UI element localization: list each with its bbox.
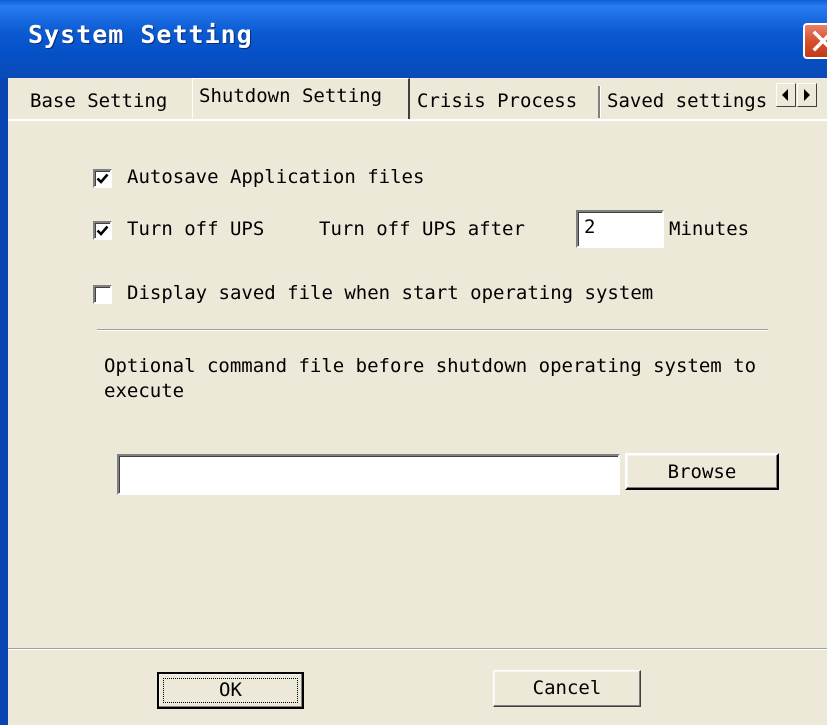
section-divider [97, 329, 768, 331]
tab-scroll-left-button[interactable] [776, 83, 796, 107]
close-button[interactable] [803, 23, 827, 59]
tab-crisis-process[interactable]: Crisis Process [415, 84, 600, 118]
turn-off-ups-after-label: Turn off UPS after [319, 218, 525, 240]
window-frame [0, 78, 8, 725]
tab-label: Base Setting [30, 90, 168, 112]
ups-minutes-input[interactable]: 2 [576, 210, 664, 248]
tab-scroll-right-button[interactable] [797, 83, 817, 107]
turn-off-ups-label[interactable]: Turn off UPS [127, 218, 264, 240]
browse-button[interactable]: Browse [625, 453, 779, 490]
tab-label: Saved settings [607, 90, 768, 112]
tab-panel-border [8, 119, 827, 121]
title-bar[interactable]: System Setting [0, 0, 827, 78]
tab-strip: Base Setting Shutdown Setting Crisis Pro… [8, 78, 827, 120]
minutes-label: Minutes [669, 218, 750, 240]
command-description: Optional command file before shutdown op… [104, 355, 757, 402]
command-file-input[interactable] [117, 454, 620, 495]
autosave-label[interactable]: Autosave Application files [127, 166, 424, 188]
tab-base-setting[interactable]: Base Setting [30, 84, 200, 118]
display-saved-file-label[interactable]: Display saved file when start operating … [127, 282, 653, 304]
tab-label: Crisis Process [417, 90, 578, 112]
footer-divider [8, 648, 827, 650]
tab-label: Shutdown Setting [199, 85, 383, 107]
tab-saved-settings[interactable]: Saved settings [605, 84, 776, 118]
window-title: System Setting [28, 20, 253, 49]
autosave-checkbox[interactable] [93, 169, 112, 188]
turn-off-ups-checkbox[interactable] [93, 221, 112, 240]
tab-divider [598, 86, 601, 118]
display-saved-file-checkbox[interactable] [93, 285, 112, 304]
cancel-label: Cancel [532, 677, 602, 699]
browse-label: Browse [667, 461, 737, 483]
focus-rect [163, 678, 298, 703]
tab-shutdown-setting[interactable]: Shutdown Setting [192, 78, 410, 120]
cancel-button[interactable]: Cancel [493, 670, 641, 707]
ok-button[interactable]: OK [157, 672, 304, 709]
